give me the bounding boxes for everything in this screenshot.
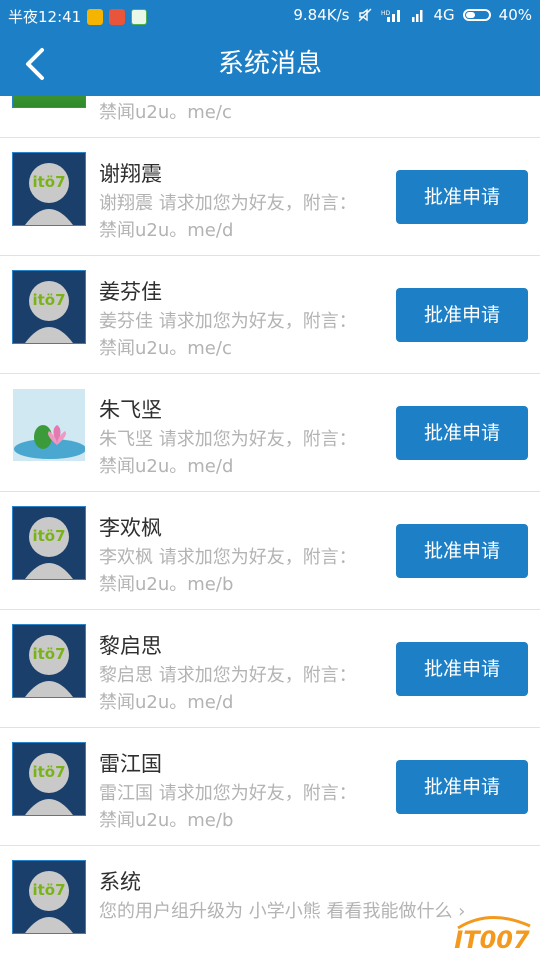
list-item-partial[interactable]: 禁闻u2u。me/c [0,96,540,138]
approve-button[interactable]: 批准申请 [396,406,528,460]
page-title: 系统消息 [217,49,322,79]
approve-button[interactable]: 批准申请 [396,524,528,578]
list-item[interactable]: itö7 李欢枫 李欢枫 请求加您为好友，附言： 禁闻u2u。me/b 批准申请 [0,492,540,610]
status-time: 半夜12:41 [8,8,82,26]
ito7-avatar: itö7 [12,506,86,580]
network-speed: 9.84K/s [293,6,350,24]
it007-watermark-logo: IT007 [454,916,531,954]
list-item[interactable]: itö7 雷江国 雷江国 请求加您为好友，附言： 禁闻u2u。me/b 批准申请 [0,728,540,846]
app-notification-icon [87,8,104,25]
message-text: 朱飞坚 请求加您为好友，附言： [99,429,357,450]
message-text-line2: 禁闻u2u。me/c [99,338,232,359]
message-text-line2: 禁闻u2u。me/b [99,574,234,595]
signal-icon: HD [381,10,401,22]
message-text: 黎启思 请求加您为好友，附言： [99,665,357,686]
ito7-avatar: itö7 [12,270,86,344]
svg-text:itö7: itö7 [32,291,65,309]
avatar [12,96,86,108]
svg-text:itö7: itö7 [32,645,65,663]
app-notification-icon-3 [131,8,148,25]
sender-name: 李欢枫 [99,516,162,540]
approve-button[interactable]: 批准申请 [396,760,528,814]
message-text-line2: 禁闻u2u。me/c [99,102,232,123]
mute-icon [358,8,372,22]
ito7-avatar: itö7 [12,860,86,934]
approve-button[interactable]: 批准申请 [396,170,528,224]
svg-text:itö7: itö7 [32,881,65,899]
message-text-line2: 禁闻u2u。me/d [99,692,234,713]
sender-name: 雷江国 [99,752,162,776]
message-list[interactable]: 禁闻u2u。me/c itö7 谢翔震 谢翔震 请求加您为好友，附言： 禁闻u2… [0,96,540,960]
list-item[interactable]: itö7 谢翔震 谢翔震 请求加您为好友，附言： 禁闻u2u。me/d 批准申请 [0,138,540,256]
signal-icon-2 [412,10,423,22]
status-bar: 半夜12:41 9.84K/s HD 4G 40% [0,0,540,32]
approve-button[interactable]: 批准申请 [396,288,528,342]
svg-text:HD: HD [381,10,391,17]
watermark-text: IT007 [454,926,530,954]
svg-text:itö7: itö7 [32,763,65,781]
list-item[interactable]: itö7 姜芬佳 姜芬佳 请求加您为好友，附言： 禁闻u2u。me/c 批准申请 [0,256,540,374]
sender-name: 系统 [99,870,141,894]
svg-text:itö7: itö7 [32,173,65,191]
battery-level: 40% [498,6,532,24]
network-type: 4G [433,6,455,24]
sender-name: 朱飞坚 [99,398,162,422]
battery-icon [462,9,491,21]
app-bar: 半夜12:41 9.84K/s HD 4G 40% 系统消息 [0,0,540,96]
lotus-avatar [12,388,86,462]
app-notification-icon-2 [109,8,126,25]
message-text: 姜芬佳 请求加您为好友，附言： [99,311,357,332]
approve-button[interactable]: 批准申请 [396,642,528,696]
list-item[interactable]: itö7 黎启思 黎启思 请求加您为好友，附言： 禁闻u2u。me/d 批准申请 [0,610,540,728]
message-text-line2: 禁闻u2u。me/d [99,220,234,241]
ito7-avatar: itö7 [12,152,86,226]
message-text-line2: 禁闻u2u。me/b [99,810,234,831]
ito7-avatar: itö7 [12,742,86,816]
message-text: 李欢枫 请求加您为好友，附言： [99,547,357,568]
message-text: 雷江国 请求加您为好友，附言： [99,783,357,804]
sender-name: 谢翔震 [99,162,162,186]
message-text: 谢翔震 请求加您为好友，附言： [99,193,357,214]
message-text-line2: 禁闻u2u。me/d [99,456,234,477]
svg-text:itö7: itö7 [32,527,65,545]
sender-name: 黎启思 [99,634,162,658]
ito7-avatar: itö7 [12,624,86,698]
list-item[interactable]: 朱飞坚 朱飞坚 请求加您为好友，附言： 禁闻u2u。me/d 批准申请 [0,374,540,492]
sender-name: 姜芬佳 [99,280,162,304]
